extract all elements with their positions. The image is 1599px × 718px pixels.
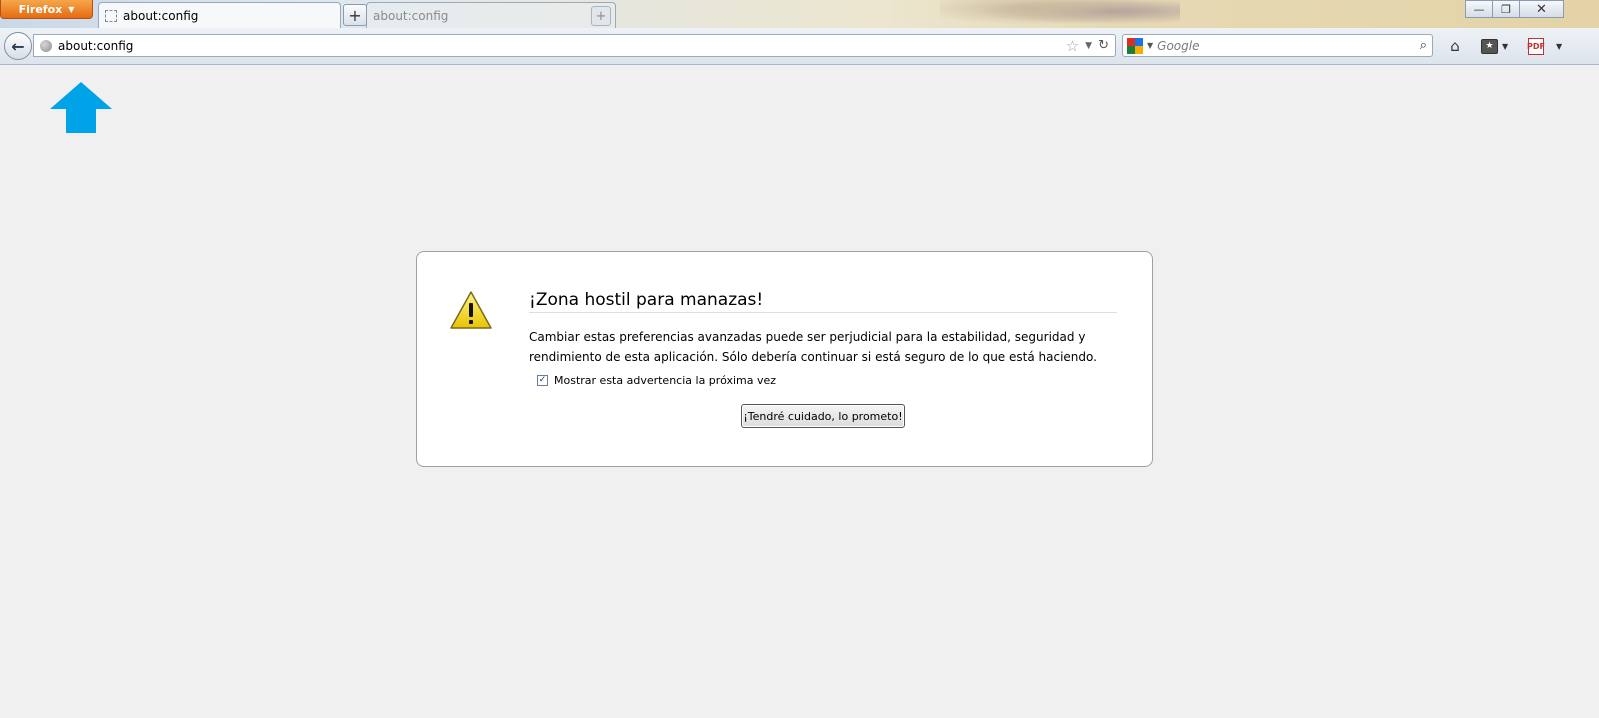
bookmarks-button[interactable]: ★ ▼ bbox=[1481, 37, 1508, 55]
history-dropdown-icon[interactable]: ▼ bbox=[1085, 41, 1092, 51]
reload-icon[interactable]: ↻ bbox=[1098, 38, 1109, 53]
warning-message-line-2: rendimiento de esta aplicación. Sólo deb… bbox=[529, 350, 1097, 364]
confirm-button[interactable]: ¡Tendré cuidado, lo prometo! bbox=[741, 404, 905, 428]
back-arrow-icon: ← bbox=[11, 36, 25, 56]
tab-title: about:config bbox=[373, 8, 449, 23]
warning-icon bbox=[450, 291, 492, 329]
firefox-menu-button[interactable]: Firefox ▼ bbox=[0, 0, 93, 19]
theme-background bbox=[940, 0, 1180, 28]
show-warning-checkbox-row[interactable]: ✓ Mostrar esta advertencia la próxima ve… bbox=[537, 374, 776, 387]
show-warning-checkbox[interactable]: ✓ bbox=[537, 375, 548, 386]
firefox-menu-label: Firefox bbox=[18, 2, 63, 16]
warning-title: ¡Zona hostil para manazas! bbox=[529, 290, 1117, 313]
home-button[interactable]: ⌂ bbox=[1446, 37, 1464, 55]
chevron-down-icon: ▼ bbox=[1502, 41, 1509, 51]
search-input[interactable]: Google bbox=[1157, 39, 1199, 53]
chevron-down-icon: ▼ bbox=[1556, 41, 1563, 51]
tab-about-config[interactable]: about:config bbox=[98, 2, 341, 28]
search-bar[interactable]: ▼ Google ⌕ bbox=[1122, 34, 1433, 57]
annotation-arrow-up-icon bbox=[50, 82, 112, 133]
back-button[interactable]: ← bbox=[4, 32, 32, 60]
warning-panel: ¡Zona hostil para manazas! Cambiar estas… bbox=[416, 251, 1153, 467]
arrow-up-shape bbox=[50, 82, 112, 133]
pdf-menu-button[interactable]: ▼ bbox=[1552, 37, 1562, 55]
restore-button[interactable]: ❐ bbox=[1492, 0, 1520, 18]
url-text[interactable]: about:config bbox=[58, 39, 133, 53]
minimize-icon: — bbox=[1473, 2, 1485, 16]
warning-message-line-1: Cambiar estas preferencias avanzadas pue… bbox=[529, 330, 1086, 344]
minimize-button[interactable]: — bbox=[1465, 0, 1493, 18]
new-tab-button[interactable]: + bbox=[343, 4, 367, 26]
chevron-down-icon: ▼ bbox=[68, 4, 75, 14]
restore-icon: ❐ bbox=[1501, 2, 1511, 16]
url-bar[interactable]: about:config ☆ ▼ ↻ bbox=[33, 34, 1116, 57]
plus-icon: + bbox=[348, 5, 362, 25]
plus-icon: + bbox=[595, 8, 607, 24]
window-controls: — ❐ ✕ bbox=[1465, 0, 1564, 18]
pdf-button[interactable]: PDF bbox=[1527, 37, 1545, 55]
home-icon: ⌂ bbox=[1450, 37, 1460, 55]
tab-title: about:config bbox=[123, 8, 199, 23]
bookmarks-icon: ★ bbox=[1481, 38, 1498, 54]
search-engine-dropdown-icon[interactable]: ▼ bbox=[1147, 41, 1153, 50]
google-icon[interactable] bbox=[1127, 37, 1143, 54]
navigation-bar: ← about:config ☆ ▼ ↻ ▼ Google ⌕ ⌂ ★ ▼ PD… bbox=[0, 28, 1599, 65]
title-bar: Firefox ▼ about:config + about:config + … bbox=[0, 0, 1599, 29]
star-icon[interactable]: ☆ bbox=[1066, 37, 1079, 55]
url-bar-actions: ☆ ▼ ↻ bbox=[1066, 37, 1115, 55]
close-button[interactable]: ✕ bbox=[1519, 0, 1564, 18]
pdf-icon: PDF bbox=[1527, 37, 1545, 55]
page-icon bbox=[105, 9, 117, 22]
warning-message: Cambiar estas preferencias avanzadas pue… bbox=[529, 327, 1129, 367]
show-warning-label: Mostrar esta advertencia la próxima vez bbox=[554, 374, 777, 387]
search-icon[interactable]: ⌕ bbox=[1420, 38, 1427, 53]
globe-icon bbox=[40, 39, 52, 52]
tab-about-config-ghost[interactable]: about:config bbox=[366, 2, 616, 28]
new-tab-button-ghost[interactable]: + bbox=[591, 6, 611, 26]
close-icon: ✕ bbox=[1536, 1, 1547, 17]
